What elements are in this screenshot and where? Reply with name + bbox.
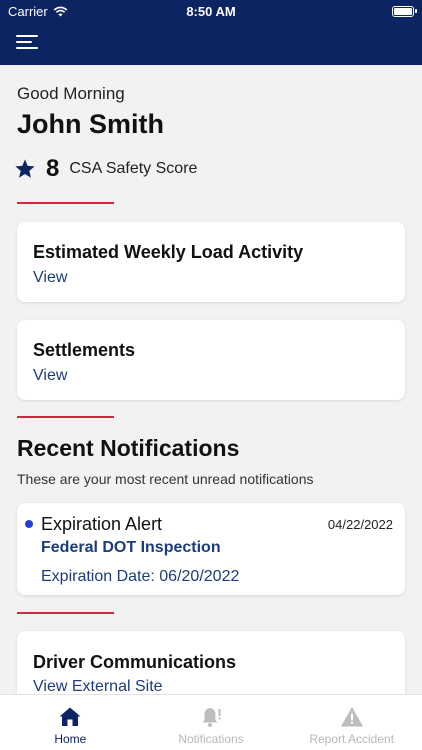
status-bar: Carrier 8:50 AM (0, 4, 422, 20)
safety-score-value: 8 (46, 155, 60, 182)
section-divider (17, 612, 114, 614)
notification-subtitle: Federal DOT Inspection (41, 539, 221, 556)
notification-title: Expiration Alert (41, 514, 163, 534)
section-divider (17, 416, 114, 418)
tab-home[interactable]: Home (0, 695, 141, 750)
settlements-view-link[interactable]: View (33, 367, 67, 385)
bottom-tab-bar: Home Notifications Report Accident (0, 694, 422, 750)
home-content[interactable]: Good Morning John Smith 8 CSA Safety Sco… (0, 65, 422, 694)
tab-report-accident[interactable]: Report Accident (281, 695, 422, 750)
notification-item[interactable]: Expiration Alert 04/22/2022 Federal DOT … (17, 503, 405, 595)
notification-date: 04/22/2022 (327, 517, 393, 532)
tab-home-label: Home (54, 732, 87, 746)
user-name: John Smith (17, 109, 164, 139)
recent-notifications-subtitle: These are your most recent unread notifi… (17, 471, 314, 487)
battery-icon (392, 6, 417, 17)
driver-communications-link[interactable]: View External Site (33, 678, 163, 694)
unread-dot-icon (25, 520, 33, 528)
weekly-load-card[interactable]: Estimated Weekly Load Activity View (17, 222, 405, 302)
driver-communications-title: Driver Communications (33, 652, 237, 672)
top-bar: Carrier 8:50 AM (0, 0, 422, 65)
tab-notifications-label: Notifications (178, 732, 244, 746)
safety-score-row: 8 CSA Safety Score (14, 155, 197, 183)
recent-notifications-title: Recent Notifications (17, 435, 240, 461)
section-divider (17, 202, 114, 204)
home-icon (59, 707, 81, 726)
driver-communications-card[interactable]: Driver Communications View External Site (17, 631, 405, 694)
settlements-card[interactable]: Settlements View (17, 320, 405, 400)
star-icon (15, 159, 35, 178)
tab-notifications[interactable]: Notifications (141, 695, 282, 750)
hamburger-menu-icon[interactable] (16, 35, 38, 51)
greeting-text: Good Morning (17, 84, 125, 103)
warning-icon (340, 707, 363, 727)
settlements-title: Settlements (33, 340, 136, 360)
bell-icon (202, 708, 221, 727)
tab-report-accident-label: Report Accident (309, 732, 395, 746)
safety-score-label: CSA Safety Score (69, 160, 198, 177)
notification-detail: Expiration Date: 06/20/2022 (41, 568, 240, 585)
status-time: 8:50 AM (186, 4, 236, 19)
weekly-load-view-link[interactable]: View (33, 269, 67, 287)
weekly-load-title: Estimated Weekly Load Activity (33, 242, 304, 262)
